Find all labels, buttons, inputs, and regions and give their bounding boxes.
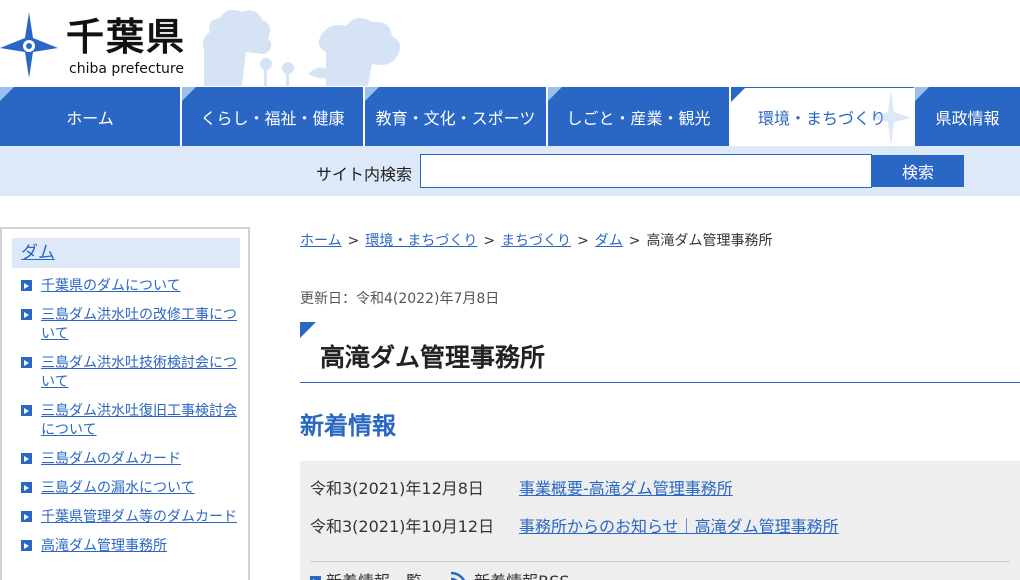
nav-prefectural-info[interactable]: 県政情報 — [915, 87, 1020, 146]
breadcrumb-separator: > — [577, 233, 589, 249]
breadcrumb-link[interactable]: ホーム — [300, 233, 342, 249]
news-box: 令和3(2021)年12月8日 事業概要-高滝ダム管理事務所 令和3(2021)年… — [300, 461, 1020, 580]
arrow-right-icon — [21, 405, 32, 416]
breadcrumb: ホーム > 環境・まちづくり > まちづくり > ダム > 高滝ダム管理事務所 — [300, 230, 773, 250]
main-content: ホーム > 環境・まちづくり > まちづくり > ダム > 高滝ダム管理事務所 更新日：令和4(… — [300, 218, 1020, 580]
sidebar-item: 三島ダム洪水吐の改修工事について — [18, 306, 240, 344]
breadcrumb-link[interactable]: まちづくり — [501, 233, 571, 249]
arrow-right-icon — [21, 540, 32, 551]
logo-title: 千葉県 — [66, 15, 187, 59]
page-title-block: 高滝ダム管理事務所 — [300, 322, 1020, 383]
arrow-right-icon — [21, 453, 32, 464]
news-link[interactable]: 事務所からのお知らせ｜高滝ダム管理事務所 — [519, 517, 839, 536]
nav-environment-label: 環境・まちづくり — [757, 109, 886, 128]
nav-home-label: ホーム — [66, 108, 114, 128]
site-header: 千葉県 chiba prefecture — [0, 0, 1020, 87]
chiba-star-logo-icon — [0, 12, 58, 78]
nav-education-culture-sports[interactable]: 教育・文化・スポーツ — [365, 87, 548, 146]
sidebar-item: 高滝ダム管理事務所 — [18, 537, 240, 556]
news-list-label: 新着情報一覧 — [326, 572, 422, 580]
nav-environment-urban[interactable]: 環境・まちづくり — [731, 87, 915, 146]
sidebar-list: 千葉県のダムについて 三島ダム洪水吐の改修工事について 三島ダム洪水吐技術検討会… — [18, 277, 240, 566]
news-list-link[interactable]: 新着情報一覧 — [310, 572, 422, 580]
search-label: サイト内検索 — [316, 165, 413, 184]
arrow-right-icon — [21, 280, 32, 291]
news-rss-link[interactable]: 新着情報RSS — [449, 571, 570, 580]
arrow-right-icon — [21, 309, 32, 320]
sidebar-item: 三島ダムのダムカード — [18, 450, 240, 469]
sidebar-item: 三島ダム洪水吐技術検討会について — [18, 354, 240, 392]
news-footer: 新着情報一覧 新着情報RSS — [310, 561, 1010, 580]
sidebar-item: 千葉県管理ダム等のダムカード — [18, 508, 240, 527]
sidebar-item: 三島ダムの漏水について — [18, 479, 240, 498]
sidebar-item: 三島ダム洪水吐復旧工事検討会について — [18, 402, 240, 440]
logo-subtitle: chiba prefecture — [69, 61, 184, 77]
arrow-right-icon — [310, 576, 321, 580]
site-search-bar: サイト内検索 検索 — [0, 146, 1020, 196]
sidebar-item-link[interactable]: 三島ダム洪水吐復旧工事検討会について — [41, 403, 237, 438]
news-date: 令和3(2021)年10月12日 — [310, 517, 495, 536]
sidebar-item-link[interactable]: 三島ダム洪水吐の改修工事について — [41, 307, 237, 342]
sidebar-item-link[interactable]: 千葉県管理ダム等のダムカード — [41, 509, 237, 525]
nav-work-industry-tourism[interactable]: しごと・産業・観光 — [548, 87, 731, 146]
updated-date: 更新日：令和4(2022)年7月8日 — [300, 291, 500, 307]
page-title: 高滝ダム管理事務所 — [320, 343, 546, 372]
sidebar: ダム 千葉県のダムについて 三島ダム洪水吐の改修工事について 三島ダム洪水吐技術… — [0, 227, 250, 580]
nav-education-label: 教育・文化・スポーツ — [375, 108, 536, 128]
nav-active-decoration-icon — [871, 90, 911, 146]
breadcrumb-separator: > — [628, 233, 641, 249]
sidebar-item-link[interactable]: 千葉県のダムについて — [41, 278, 181, 294]
header-decoration-illustration — [202, 10, 401, 86]
nav-prefectural-label: 県政情報 — [935, 108, 1000, 128]
sidebar-item: 千葉県のダムについて — [18, 277, 240, 296]
news-heading: 新着情報 — [300, 412, 396, 440]
sidebar-item-link[interactable]: 三島ダムのダムカード — [41, 451, 181, 467]
title-corner-mark-icon — [300, 322, 316, 338]
news-item: 令和3(2021)年12月8日 事業概要-高滝ダム管理事務所 — [310, 475, 733, 499]
arrow-right-icon — [21, 482, 32, 493]
sidebar-item-link[interactable]: 三島ダム洪水吐技術検討会について — [41, 355, 237, 390]
news-rss-label: 新着情報RSS — [474, 572, 569, 580]
arrow-right-icon — [21, 357, 32, 368]
breadcrumb-separator: > — [347, 233, 360, 249]
sidebar-item-link[interactable]: 三島ダムの漏水について — [41, 480, 195, 496]
arrow-right-icon — [21, 511, 32, 522]
news-link[interactable]: 事業概要-高滝ダム管理事務所 — [519, 479, 733, 498]
news-date: 令和3(2021)年12月8日 — [310, 479, 484, 498]
breadcrumb-current: 高滝ダム管理事務所 — [646, 233, 773, 249]
search-input[interactable] — [420, 154, 872, 188]
breadcrumb-link[interactable]: 環境・まちづくり — [365, 233, 477, 249]
search-button[interactable]: 検索 — [872, 155, 964, 187]
nav-living-welfare-health[interactable]: くらし・福祉・健康 — [182, 87, 365, 146]
rss-icon — [450, 571, 466, 580]
breadcrumb-link[interactable]: ダム — [595, 233, 623, 249]
breadcrumb-separator: > — [483, 233, 496, 249]
news-item: 令和3(2021)年10月12日 事務所からのお知らせ｜高滝ダム管理事務所 — [310, 513, 839, 537]
nav-home[interactable]: ホーム — [0, 87, 182, 146]
global-nav: ホーム くらし・福祉・健康 教育・文化・スポーツ しごと・産業・観光 環境・まち… — [0, 87, 1020, 146]
sidebar-item-link[interactable]: 高滝ダム管理事務所 — [41, 538, 167, 554]
nav-living-label: くらし・福祉・健康 — [200, 108, 345, 128]
sidebar-heading-link[interactable]: ダム — [12, 238, 240, 268]
nav-work-label: しごと・産業・観光 — [566, 108, 711, 128]
site-logo[interactable]: 千葉県 chiba prefecture — [0, 6, 200, 78]
